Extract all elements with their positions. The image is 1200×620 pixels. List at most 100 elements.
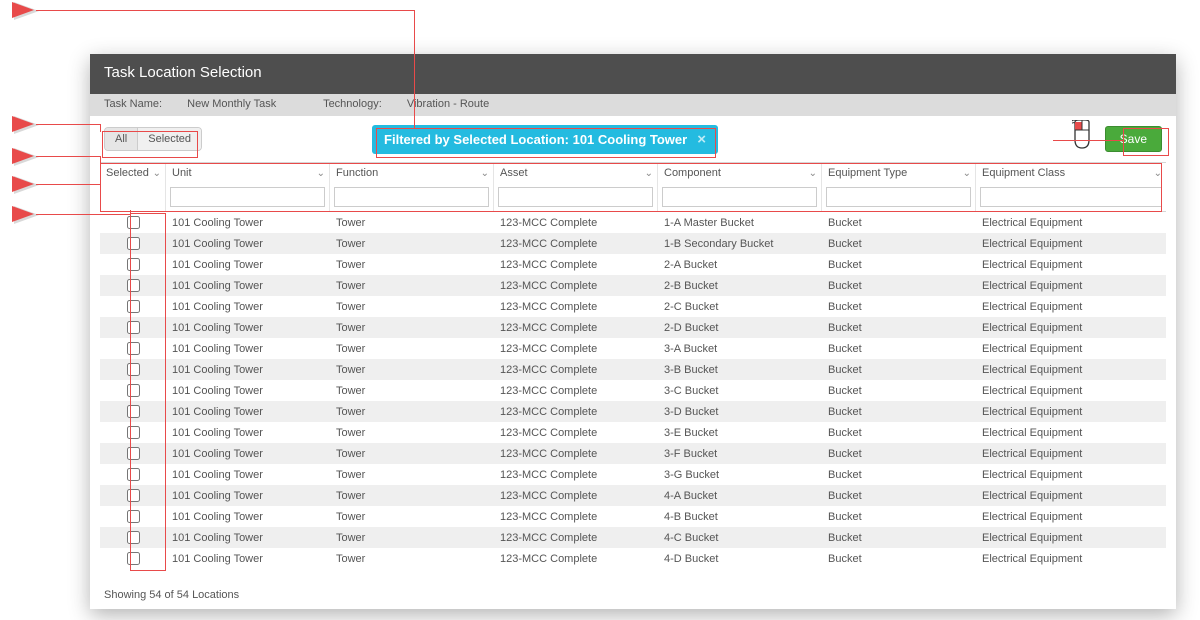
row-checkbox[interactable]	[127, 216, 140, 229]
table-row[interactable]: 101 Cooling TowerTower123-MCC Complete3-…	[100, 338, 1166, 359]
table-row[interactable]: 101 Cooling TowerTower123-MCC Complete3-…	[100, 443, 1166, 464]
cell-equipment-type: Bucket	[822, 343, 976, 355]
filter-function[interactable]	[334, 187, 489, 207]
cell-unit: 101 Cooling Tower	[166, 427, 330, 439]
cell-unit: 101 Cooling Tower	[166, 385, 330, 397]
tab-selected[interactable]: Selected	[137, 128, 201, 150]
cell-equipment-type: Bucket	[822, 511, 976, 523]
col-equipment-type[interactable]: Equipment Type⌄	[822, 163, 975, 185]
annotation-line	[36, 184, 100, 185]
filter-unit[interactable]	[170, 187, 325, 207]
cell-function: Tower	[330, 301, 494, 313]
table-row[interactable]: 101 Cooling TowerTower123-MCC Complete3-…	[100, 359, 1166, 380]
filter-chip-label: Filtered by Selected Location: 101 Cooli…	[384, 132, 687, 147]
table-row[interactable]: 101 Cooling TowerTower123-MCC Complete4-…	[100, 548, 1166, 567]
cell-function: Tower	[330, 280, 494, 292]
cell-equipment-class: Electrical Equipment	[976, 406, 1166, 418]
annotation-line	[36, 124, 100, 125]
cell-component: 2-B Bucket	[658, 280, 822, 292]
cell-equipment-class: Electrical Equipment	[976, 259, 1166, 271]
annotation-arrow-icon	[12, 2, 34, 18]
row-checkbox[interactable]	[127, 321, 140, 334]
tab-all[interactable]: All	[105, 128, 137, 150]
cell-equipment-class: Electrical Equipment	[976, 490, 1166, 502]
cell-function: Tower	[330, 406, 494, 418]
row-checkbox[interactable]	[127, 258, 140, 271]
row-checkbox[interactable]	[127, 552, 140, 565]
cell-equipment-class: Electrical Equipment	[976, 532, 1166, 544]
row-checkbox[interactable]	[127, 405, 140, 418]
row-checkbox[interactable]	[127, 426, 140, 439]
col-selected[interactable]: Selected⌄	[100, 163, 165, 185]
col-asset[interactable]: Asset⌄	[494, 163, 657, 185]
cell-equipment-class: Electrical Equipment	[976, 511, 1166, 523]
col-unit[interactable]: Unit⌄	[166, 163, 329, 185]
cell-asset: 123-MCC Complete	[494, 322, 658, 334]
table-row[interactable]: 101 Cooling TowerTower123-MCC Complete3-…	[100, 380, 1166, 401]
cell-function: Tower	[330, 469, 494, 481]
cell-unit: 101 Cooling Tower	[166, 511, 330, 523]
row-checkbox[interactable]	[127, 363, 140, 376]
row-checkbox[interactable]	[127, 300, 140, 313]
cell-function: Tower	[330, 448, 494, 460]
row-checkbox[interactable]	[127, 510, 140, 523]
filter-chip[interactable]: Filtered by Selected Location: 101 Cooli…	[372, 125, 718, 154]
filter-equipment-class[interactable]	[980, 187, 1162, 207]
cell-equipment-type: Bucket	[822, 238, 976, 250]
cell-unit: 101 Cooling Tower	[166, 364, 330, 376]
cell-equipment-class: Electrical Equipment	[976, 553, 1166, 565]
footer-status: Showing 54 of 54 Locations	[90, 583, 1176, 609]
row-checkbox[interactable]	[127, 531, 140, 544]
table-row[interactable]: 101 Cooling TowerTower123-MCC Complete4-…	[100, 506, 1166, 527]
annotation-arrow-icon	[12, 176, 34, 192]
row-checkbox[interactable]	[127, 447, 140, 460]
filter-equipment-type[interactable]	[826, 187, 971, 207]
grid-header: Selected⌄ Unit⌄ Function⌄ Asset⌄ Compone…	[100, 162, 1166, 212]
cell-equipment-class: Electrical Equipment	[976, 448, 1166, 460]
cell-asset: 123-MCC Complete	[494, 259, 658, 271]
row-checkbox[interactable]	[127, 279, 140, 292]
dialog-window: Task Location Selection Task Name: New M…	[90, 54, 1176, 609]
grid-body[interactable]: 101 Cooling TowerTower123-MCC Complete1-…	[100, 212, 1166, 567]
cell-asset: 123-MCC Complete	[494, 385, 658, 397]
annotation-line	[130, 210, 131, 215]
filter-asset[interactable]	[498, 187, 653, 207]
cell-function: Tower	[330, 427, 494, 439]
close-icon[interactable]: ×	[697, 131, 706, 148]
cell-function: Tower	[330, 553, 494, 565]
table-row[interactable]: 101 Cooling TowerTower123-MCC Complete2-…	[100, 317, 1166, 338]
col-equipment-class[interactable]: Equipment Class⌄	[976, 163, 1166, 185]
table-row[interactable]: 101 Cooling TowerTower123-MCC Complete4-…	[100, 485, 1166, 506]
save-button[interactable]: Save	[1105, 126, 1162, 152]
row-checkbox[interactable]	[127, 468, 140, 481]
cell-function: Tower	[330, 385, 494, 397]
horizontal-scrollbar[interactable]	[100, 567, 1166, 583]
table-row[interactable]: 101 Cooling TowerTower123-MCC Complete2-…	[100, 296, 1166, 317]
data-grid: Selected⌄ Unit⌄ Function⌄ Asset⌄ Compone…	[90, 162, 1176, 567]
table-row[interactable]: 101 Cooling TowerTower123-MCC Complete1-…	[100, 233, 1166, 254]
table-row[interactable]: 101 Cooling TowerTower123-MCC Complete2-…	[100, 254, 1166, 275]
table-row[interactable]: 101 Cooling TowerTower123-MCC Complete2-…	[100, 275, 1166, 296]
row-checkbox[interactable]	[127, 489, 140, 502]
table-row[interactable]: 101 Cooling TowerTower123-MCC Complete3-…	[100, 401, 1166, 422]
cell-equipment-class: Electrical Equipment	[976, 322, 1166, 334]
cell-function: Tower	[330, 238, 494, 250]
col-function[interactable]: Function⌄	[330, 163, 493, 185]
cell-component: 3-C Bucket	[658, 385, 822, 397]
col-component[interactable]: Component⌄	[658, 163, 821, 185]
table-row[interactable]: 101 Cooling TowerTower123-MCC Complete1-…	[100, 212, 1166, 233]
row-checkbox[interactable]	[127, 237, 140, 250]
cell-asset: 123-MCC Complete	[494, 469, 658, 481]
annotation-line	[100, 156, 101, 164]
table-row[interactable]: 101 Cooling TowerTower123-MCC Complete4-…	[100, 527, 1166, 548]
cell-asset: 123-MCC Complete	[494, 343, 658, 355]
filter-component[interactable]	[662, 187, 817, 207]
row-checkbox[interactable]	[127, 384, 140, 397]
cell-function: Tower	[330, 322, 494, 334]
table-row[interactable]: 101 Cooling TowerTower123-MCC Complete3-…	[100, 422, 1166, 443]
row-checkbox[interactable]	[127, 342, 140, 355]
cell-asset: 123-MCC Complete	[494, 511, 658, 523]
annotation-line	[414, 10, 415, 128]
table-row[interactable]: 101 Cooling TowerTower123-MCC Complete3-…	[100, 464, 1166, 485]
cell-equipment-class: Electrical Equipment	[976, 427, 1166, 439]
